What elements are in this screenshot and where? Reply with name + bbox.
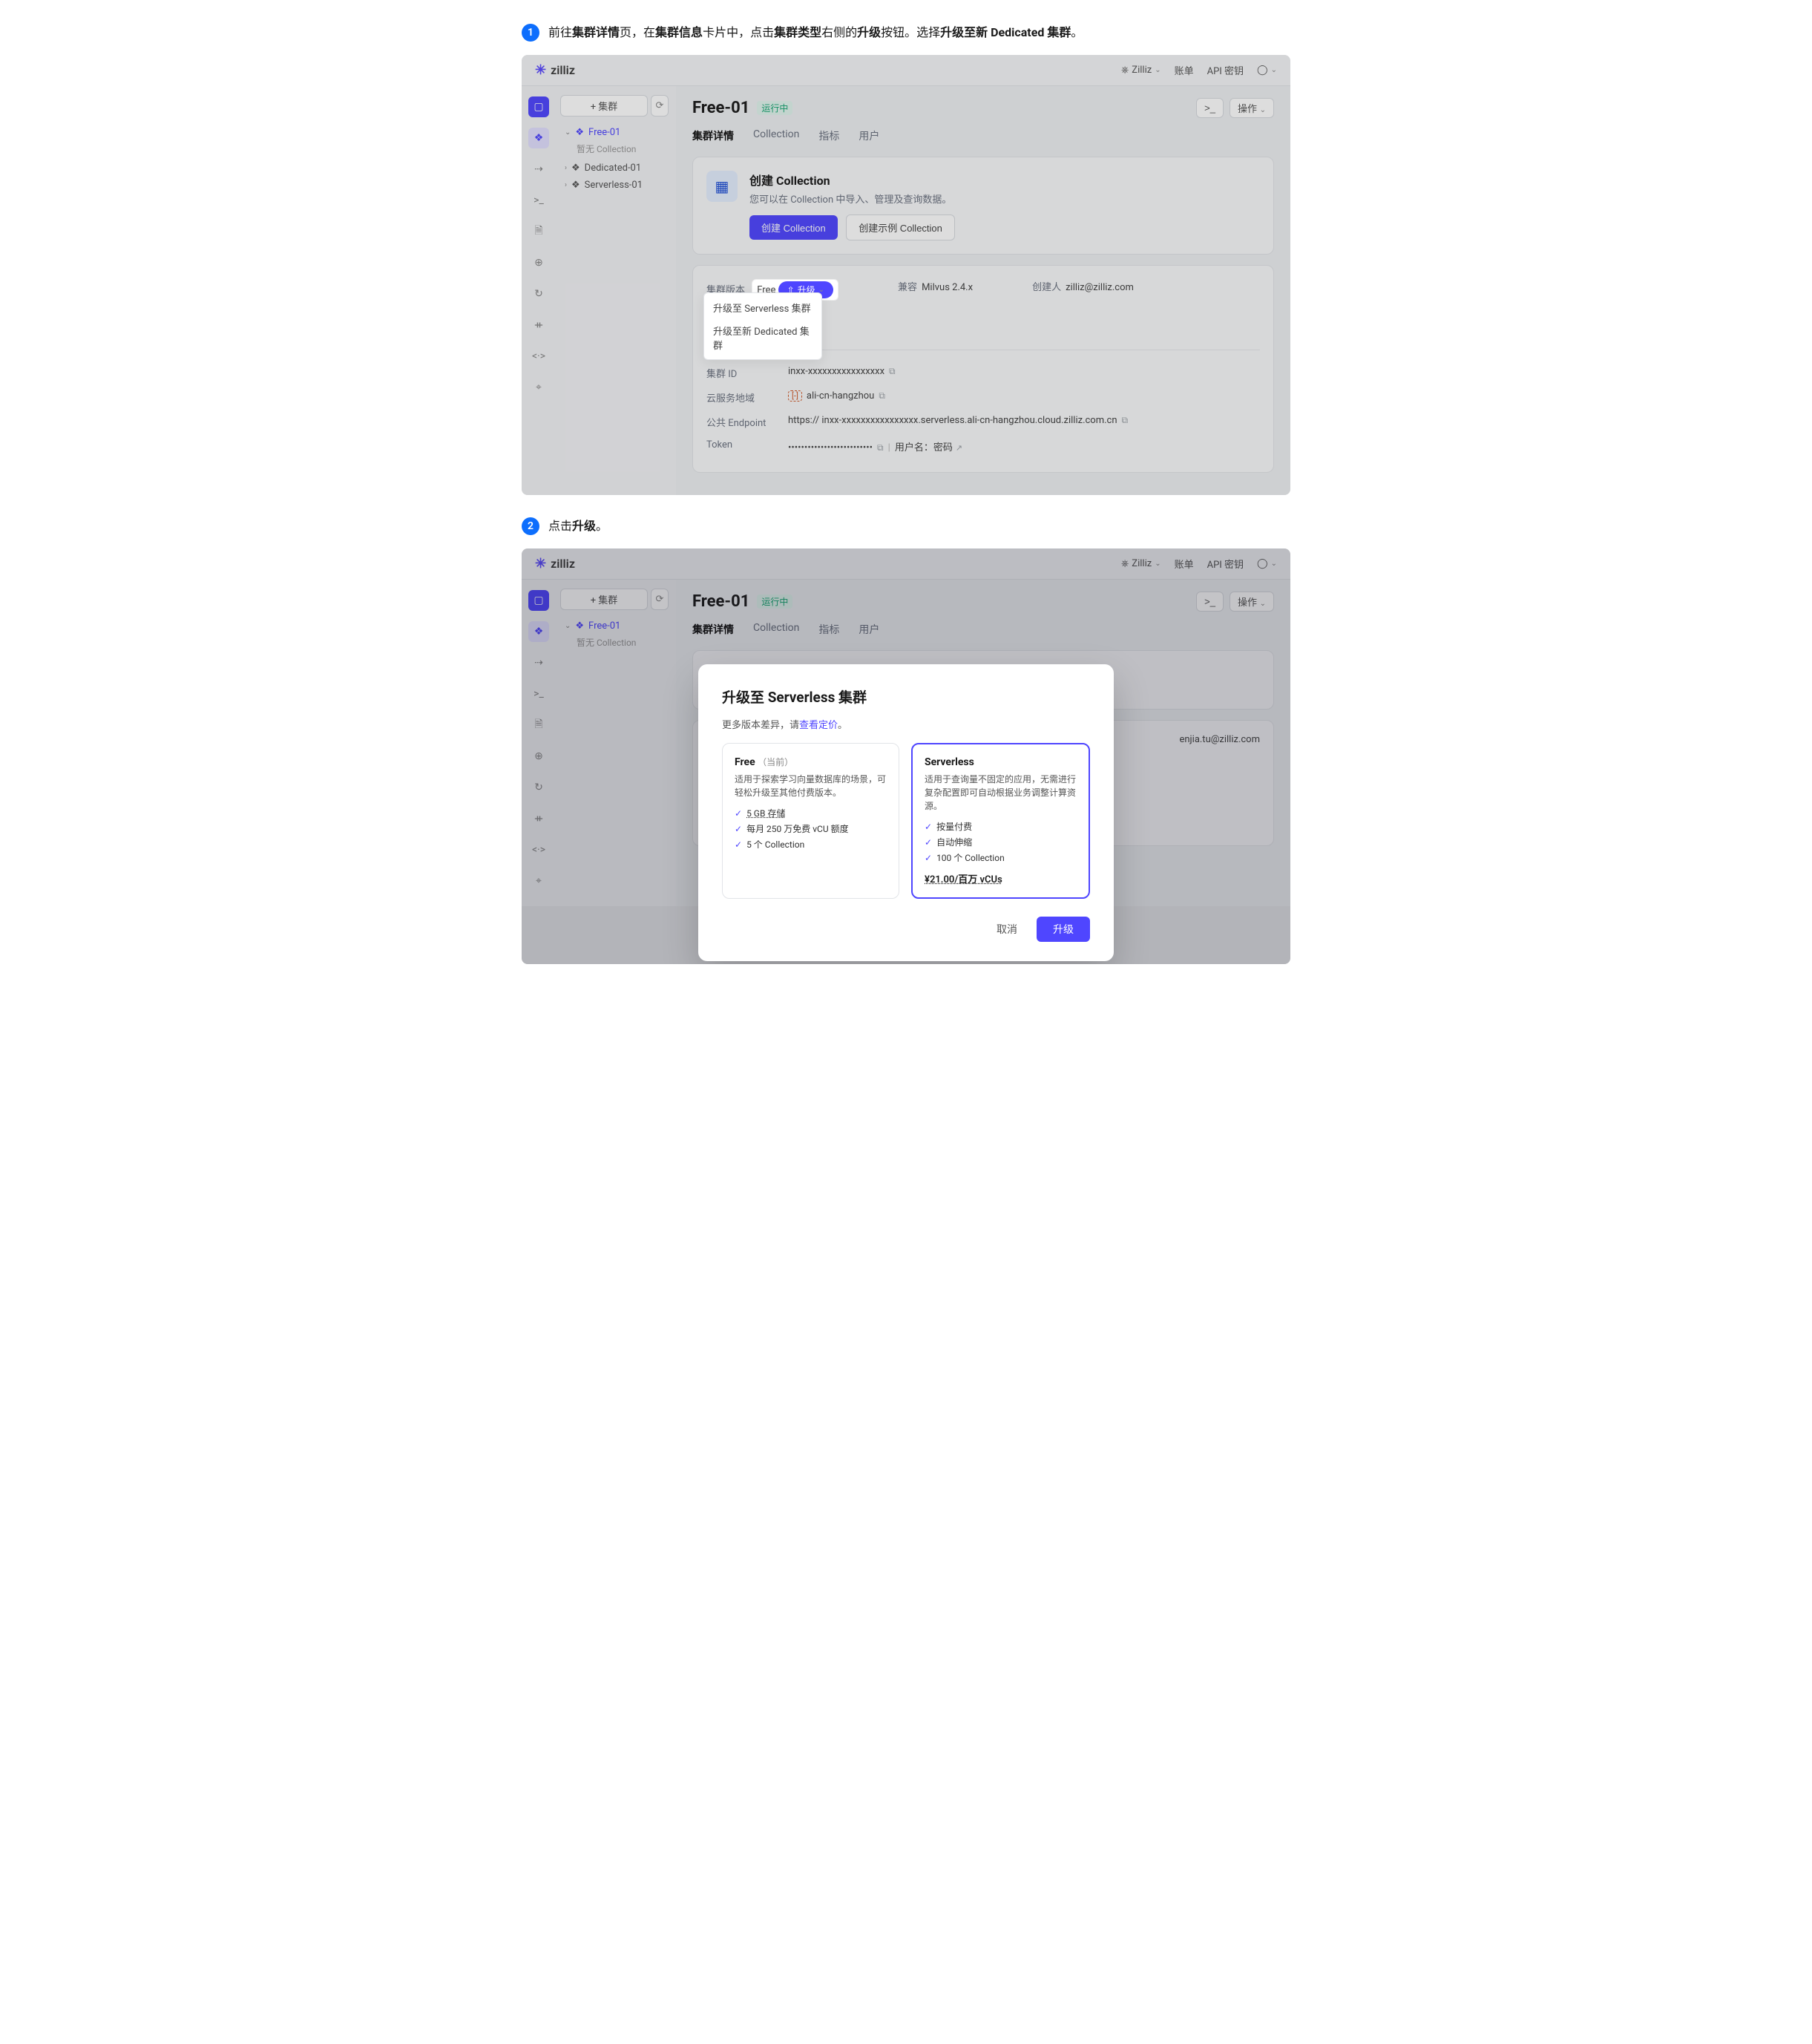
brand-text: zilliz xyxy=(551,63,575,77)
compat-value: Milvus 2.4.x xyxy=(922,282,973,293)
api-key-link[interactable]: API 密钥 xyxy=(1207,63,1244,77)
step-2-heading: 2 点击升级。 xyxy=(522,517,1290,535)
region-provider-icon: [-] xyxy=(788,390,802,402)
token-label: Token xyxy=(706,439,788,453)
modal-subtitle: 更多版本差异，请查看定价。 xyxy=(722,717,1090,731)
check-icon: ✓ xyxy=(735,839,742,850)
tree-item-dedicated01[interactable]: › ❖ Dedicated-01 xyxy=(560,160,672,177)
plan-free-card[interactable]: Free （当前） 适用于探索学习向量数据库的场景，可轻松升级至其他付费版本。 … xyxy=(722,743,899,899)
rail-clusters-icon[interactable]: ❖ xyxy=(528,128,549,148)
step-2-number: 2 xyxy=(522,517,539,535)
endpoint-label: 公共 Endpoint xyxy=(706,415,788,429)
cluster-tree-panel: + 集群 ⟳ ⌄ ❖ Free-01 暂无 Collection › ❖ Ded… xyxy=(556,86,676,495)
compat-label: 兼容 xyxy=(898,282,917,293)
tree-item-free01[interactable]: ⌄ ❖ Free-01 xyxy=(560,124,672,141)
tabs: 集群详情 Collection 指标 用户 xyxy=(692,125,1274,146)
create-collection-card: ▦ 创建 Collection 您可以在 Collection 中导入、管理及查… xyxy=(692,157,1274,255)
topbar: ✳ zilliz ⎈ Zilliz ⌄ 账单 API 密钥 ◯ ⌄ xyxy=(522,55,1290,86)
copy-endpoint[interactable]: ⧉ xyxy=(1122,415,1129,425)
upgrade-dropdown: 升级至 Serverless 集群 升级至新 Dedicated 集群 xyxy=(703,292,822,360)
rail-history-icon[interactable]: ↻ xyxy=(528,284,549,304)
actions-button[interactable]: 操作 ⌄ xyxy=(1230,98,1274,118)
cluster-info-card: 集群版本 Free ⇧ 升级 ⌄ 兼容Milvus 2.4.x 创建人zilli… xyxy=(692,265,1274,473)
copy-region[interactable]: ⧉ xyxy=(879,390,885,401)
region-label: 云服务地域 xyxy=(706,390,788,404)
modal-cancel-button[interactable]: 取消 xyxy=(986,917,1028,942)
check-icon: ✓ xyxy=(925,837,932,848)
rail-doc-icon[interactable]: 🗎 xyxy=(528,221,549,242)
terminal-button[interactable]: >_ xyxy=(1196,98,1224,118)
token-value: •••••••••••••••••••••••••• xyxy=(788,442,873,453)
token-user-label: 用户名：密码 xyxy=(895,442,953,453)
rail-nav: ▢ ❖ ⇢ >_ 🗎 ⊕ ↻ ᚑ <·> ⌖ xyxy=(522,86,556,495)
rail-import-icon[interactable]: ⊕ xyxy=(528,252,549,273)
step-2-text: 点击升级。 xyxy=(548,517,608,535)
region-value: ali-cn-hangzhou xyxy=(807,390,874,402)
check-icon: ✓ xyxy=(735,824,742,834)
main-content: Free-01 运行中 >_ 操作 ⌄ 集群详情 Collection 指标 用… xyxy=(676,86,1290,495)
tree-empty-collection: 暂无 Collection xyxy=(560,141,672,160)
dropdown-upgrade-dedicated[interactable]: 升级至新 Dedicated 集群 xyxy=(704,319,821,356)
tab-details[interactable]: 集群详情 xyxy=(692,125,734,146)
upgrade-modal: 升级至 Serverless 集群 更多版本差异，请查看定价。 Free （当前… xyxy=(698,664,1114,961)
tree-item-serverless01[interactable]: › ❖ Serverless-01 xyxy=(560,177,672,194)
create-collection-button[interactable]: 创建 Collection xyxy=(749,215,838,240)
create-sample-collection-button[interactable]: 创建示例 Collection xyxy=(846,214,955,240)
check-icon: ✓ xyxy=(735,808,742,819)
rail-users-icon[interactable]: ᚑ xyxy=(528,315,549,335)
create-collection-sub: 您可以在 Collection 中导入、管理及查询数据。 xyxy=(749,191,955,206)
rail-code-icon[interactable]: <·> xyxy=(528,346,549,367)
pricing-link[interactable]: 查看定价 xyxy=(799,720,838,731)
status-badge: 运行中 xyxy=(757,101,792,115)
modal-backdrop: 升级至 Serverless 集群 更多版本差异，请查看定价。 Free （当前… xyxy=(522,548,1290,964)
billing-link[interactable]: 账单 xyxy=(1175,63,1194,77)
screenshot-2: ✳zilliz ⎈ Zilliz ⌄ 账单 API 密钥 ◯ ⌄ ▢ ❖ ⇢ >… xyxy=(522,548,1290,964)
org-selector[interactable]: ⎈ Zilliz ⌄ xyxy=(1121,65,1161,76)
refresh-tree-button[interactable]: ⟳ xyxy=(651,95,669,117)
create-collection-title: 创建 Collection xyxy=(749,171,955,189)
step-1-number: 1 xyxy=(522,24,539,42)
copy-token[interactable]: ⧉ xyxy=(877,442,884,453)
screenshot-1: ✳ zilliz ⎈ Zilliz ⌄ 账单 API 密钥 ◯ ⌄ ▢ ❖ ⇢ … xyxy=(522,55,1290,495)
cluster-title: Free-01 xyxy=(692,99,749,117)
dropdown-upgrade-serverless[interactable]: 升级至 Serverless 集群 xyxy=(704,296,821,319)
step-1-heading: 1 前往集群详情页，在集群信息卡片中，点击集群类型右侧的升级按钮。选择升级至新 … xyxy=(522,24,1290,42)
creator-label: 创建人 xyxy=(1032,282,1061,293)
modal-title: 升级至 Serverless 集群 xyxy=(722,687,1090,707)
tab-metrics[interactable]: 指标 xyxy=(818,125,839,146)
plan-serverless-card[interactable]: Serverless 适用于查询量不固定的应用，无需进行复杂配置即可自动根据业务… xyxy=(911,743,1090,899)
logo-icon: ✳ xyxy=(535,62,546,78)
collection-icon: ▦ xyxy=(706,171,738,202)
check-icon: ✓ xyxy=(925,822,932,832)
add-cluster-button[interactable]: + 集群 xyxy=(560,95,648,117)
rail-settings-icon[interactable]: ⌖ xyxy=(528,377,549,398)
rail-terminal-icon[interactable]: >_ xyxy=(528,190,549,211)
external-link-icon[interactable]: ↗ xyxy=(956,443,962,453)
cluster-id-value: inxx-xxxxxxxxxxxxxxxx xyxy=(788,366,884,377)
endpoint-value: https:// inxx-xxxxxxxxxxxxxxxx.serverles… xyxy=(788,415,1117,426)
cluster-id-label: 集群 ID xyxy=(706,366,788,380)
logo: ✳ zilliz xyxy=(535,62,575,78)
step-1-text: 前往集群详情页，在集群信息卡片中，点击集群类型右侧的升级按钮。选择升级至新 De… xyxy=(548,24,1083,42)
modal-upgrade-button[interactable]: 升级 xyxy=(1037,917,1090,942)
creator-value: zilliz@zilliz.com xyxy=(1066,282,1134,293)
tab-users[interactable]: 用户 xyxy=(859,125,879,146)
rail-dashboard-icon[interactable]: ▢ xyxy=(528,96,549,117)
tab-collection[interactable]: Collection xyxy=(753,125,799,146)
serverless-price: ¥21.00/百万 vCUs xyxy=(925,871,1077,885)
rail-pipeline-icon[interactable]: ⇢ xyxy=(528,159,549,180)
check-icon: ✓ xyxy=(925,853,932,863)
user-menu[interactable]: ◯ ⌄ xyxy=(1257,65,1277,76)
copy-cluster-id[interactable]: ⧉ xyxy=(889,366,896,376)
